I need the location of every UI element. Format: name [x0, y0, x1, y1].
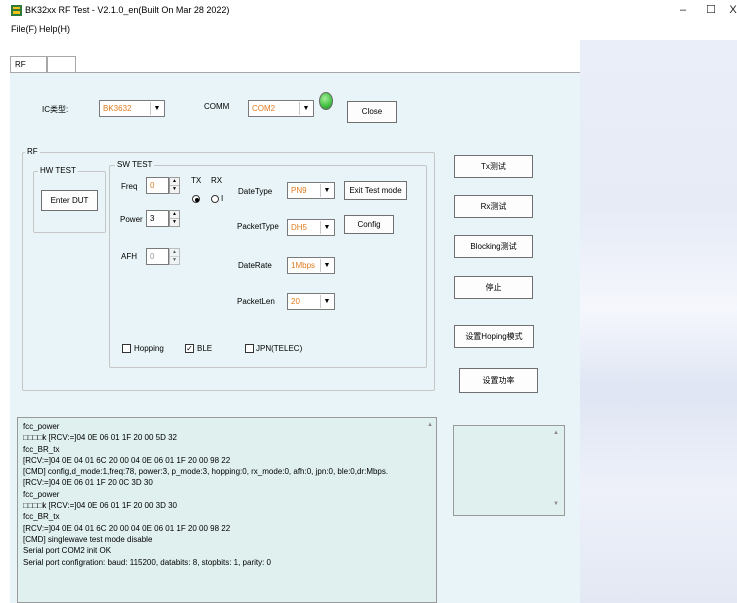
date-rate-label: DateRate [238, 261, 272, 270]
ic-type-label: IC类型: [42, 105, 69, 114]
packet-type-select[interactable]: DH5 ▼ [287, 219, 335, 236]
log-line: fcc_BR_tx [23, 512, 60, 522]
tx-label: TX [191, 176, 202, 185]
tx-test-button[interactable]: Tx测试 [454, 155, 533, 178]
packet-len-label: PacketLen [237, 297, 275, 306]
log-line: [RCV:=]04 0E 06 01 1F 20 0C 3D 30 [23, 478, 153, 488]
sw-test-title: SW TEST [115, 160, 155, 170]
log-lines: fcc_power □□□□k [RCV:=]04 0E 06 01 1F 20… [18, 418, 436, 568]
comm-port-select[interactable]: COM2 ▼ [248, 100, 314, 117]
log-line: fcc_power [23, 489, 60, 499]
log-line: Serial port COM2 init OK [23, 546, 112, 556]
log-line: [RCV:=]04 0E 04 01 6C 20 00 04 0E 06 01 … [23, 523, 231, 533]
power-input[interactable]: 3 [146, 210, 169, 227]
minimize-button[interactable]: – [675, 3, 691, 17]
chevron-down-icon: ▼ [320, 295, 333, 308]
hopping-checkbox[interactable] [122, 344, 131, 353]
jpn-telec-label: JPN(TELEC) [256, 344, 303, 353]
rx-label: RX [211, 176, 223, 185]
comm-port-value: COM2 [252, 104, 276, 113]
date-rate-value: 1Mbps [291, 261, 316, 270]
exit-test-mode-button[interactable]: Exit Test mode [344, 181, 407, 200]
tx-radio[interactable] [192, 195, 200, 203]
tab-rf-test[interactable]: RF TEST [10, 56, 47, 85]
chevron-down-icon: ▼ [320, 184, 333, 197]
afh-label: AFH [121, 252, 137, 261]
tab-empty[interactable] [47, 56, 76, 73]
power-spinner[interactable]: ▲ ▼ [169, 210, 180, 227]
close-window-button[interactable]: X [729, 3, 737, 17]
jpn-telec-checkbox[interactable] [245, 344, 254, 353]
arrow-down-icon: ▼ [170, 185, 179, 193]
log-line: □□□□k [RCV:=]04 0E 06 01 1F 20 00 5D 32 [23, 433, 178, 443]
menu-file[interactable]: File(F) [11, 24, 37, 34]
connection-status-led [319, 92, 333, 110]
desktop-background [580, 40, 737, 603]
scroll-up-icon[interactable]: ▲ [427, 422, 433, 428]
config-button[interactable]: Config [344, 215, 394, 234]
date-type-select[interactable]: PN9 ▼ [287, 182, 335, 199]
packet-len-value: 20 [291, 297, 300, 306]
arrow-down-icon: ▼ [170, 218, 179, 226]
log-line: [RCV:=]04 0E 04 01 6C 20 00 04 0E 06 01 … [23, 455, 231, 465]
rx-radio[interactable] [211, 195, 219, 203]
freq-input[interactable]: 0 [146, 177, 169, 194]
date-rate-select[interactable]: 1Mbps ▼ [287, 257, 335, 274]
arrow-up-icon: ▲ [172, 178, 177, 184]
stop-button[interactable]: 停止 [454, 276, 533, 299]
power-label: Power [120, 215, 143, 224]
ic-type-value: BK3632 [103, 104, 132, 113]
secondary-output-box[interactable]: ▲ ▼ [453, 425, 565, 516]
log-line: Serial port configration: baud: 115200, … [23, 557, 272, 567]
log-line: □□□□k [RCV:=]04 0E 06 01 1F 20 00 3D 30 [23, 501, 178, 511]
freq-label: Freq [121, 182, 138, 191]
log-line: [CMD] singlewave test mode disable [23, 534, 153, 544]
chevron-down-icon: ▼ [320, 221, 333, 234]
menu-help[interactable]: Help(H) [39, 24, 70, 34]
arrow-up-icon: ▲ [172, 249, 177, 255]
log-line: fcc_BR_tx [23, 444, 60, 454]
blocking-test-button[interactable]: Blocking测试 [454, 235, 533, 258]
log-line: fcc_power [23, 422, 60, 431]
chevron-down-icon: ▼ [150, 102, 163, 115]
window-title: BK32xx RF Test - V2.1.0_en(Built On Mar … [25, 5, 230, 15]
set-hopping-mode-button[interactable]: 设置Hoping模式 [454, 325, 534, 348]
enter-dut-button[interactable]: Enter DUT [41, 190, 98, 211]
scroll-up-icon[interactable]: ▲ [553, 430, 559, 436]
rx-test-button[interactable]: Rx测试 [454, 195, 533, 218]
arrow-up-icon: ▲ [172, 211, 177, 217]
hw-test-title: HW TEST [38, 166, 78, 176]
set-power-button[interactable]: 设置功率 [459, 368, 538, 393]
tab-strip: RF TEST [10, 56, 580, 85]
arrow-down-icon: ▼ [170, 256, 179, 264]
menu-bar: File(F) Help(H) [0, 22, 737, 38]
hopping-label: Hopping [134, 344, 164, 353]
scroll-down-icon[interactable]: ▼ [553, 501, 559, 507]
log-output[interactable]: fcc_power □□□□k [RCV:=]04 0E 06 01 1F 20… [17, 417, 437, 603]
rx-radio-label: I [221, 194, 224, 203]
close-button[interactable]: Close [347, 101, 397, 123]
afh-input[interactable]: 0 [146, 248, 169, 265]
freq-spinner[interactable]: ▲ ▼ [169, 177, 180, 194]
packet-len-select[interactable]: 20 ▼ [287, 293, 335, 310]
comm-label: COMM [204, 102, 230, 111]
log-line: [CMD] config,d_mode:1,freq:78, power:3, … [23, 467, 389, 477]
chevron-down-icon: ▼ [299, 102, 312, 115]
date-type-value: PN9 [291, 186, 307, 195]
ble-checkbox[interactable]: ✓ [185, 344, 194, 353]
chevron-down-icon: ▼ [320, 259, 333, 272]
ble-label: BLE [197, 344, 213, 353]
ic-type-select[interactable]: BK3632 ▼ [99, 100, 165, 117]
afh-spinner[interactable]: ▲ ▼ [169, 248, 180, 265]
date-type-label: DateType [238, 187, 273, 196]
packet-type-value: DH5 [291, 223, 308, 232]
maximize-button[interactable]: ☐ [703, 3, 719, 17]
rf-group-title: RF [25, 147, 40, 157]
packet-type-label: PacketType [237, 222, 279, 231]
app-icon [11, 5, 22, 16]
title-bar: BK32xx RF Test - V2.1.0_en(Built On Mar … [0, 0, 737, 22]
